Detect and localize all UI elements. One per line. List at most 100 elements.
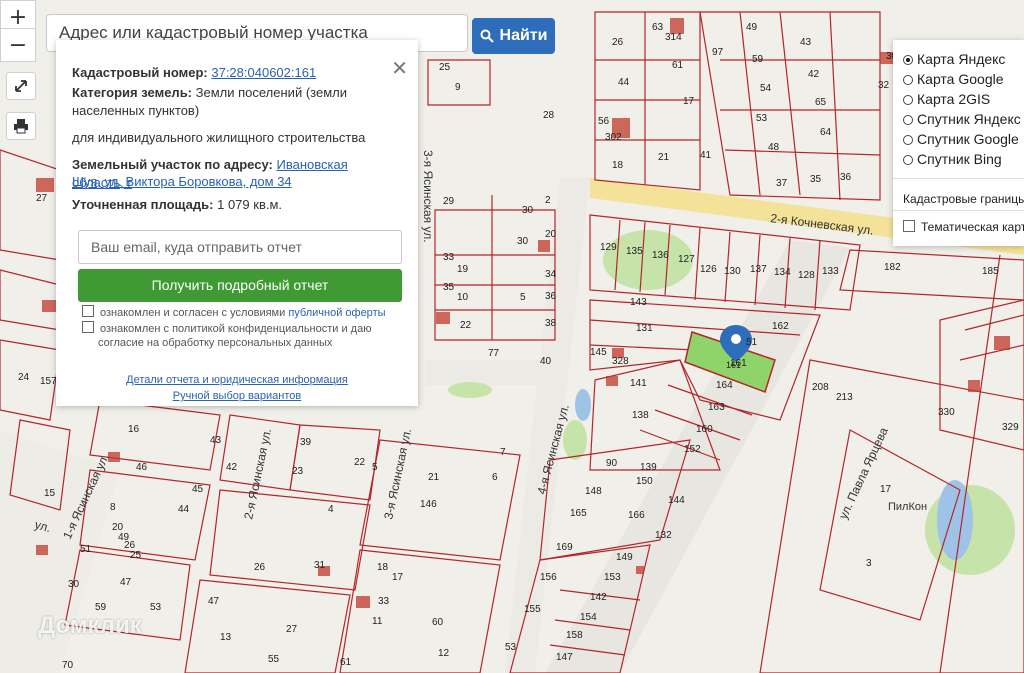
offer-consent-text: ознакомлен и согласен с условиями [100,307,286,319]
plot-number: 77 [488,348,500,359]
plot-number: 56 [598,116,610,127]
plot-number: 150 [636,476,653,487]
radio-icon[interactable] [903,75,913,85]
plot-number: 128 [798,270,815,281]
plot-number: 22 [460,320,472,331]
category-value-line1: Земли поселений (земли [195,85,347,100]
domclick-watermark: Домклик [38,612,142,639]
plot-number: 149 [616,552,633,563]
plot-number: 5 [520,292,526,303]
plot-number: 59 [752,54,764,65]
plot-number: 145 [590,347,607,358]
printer-icon [14,119,28,134]
plot-number: 143 [630,297,647,308]
plot-number: 63 [652,22,664,33]
plot-number: 148 [585,486,602,497]
plot-number: 13 [220,632,232,643]
parcel-info-panel: ✕ Кадастровый номер: 37:28:040602:161 Ка… [56,40,418,406]
layer-yandex-satellite[interactable]: Спутник Яндекс [903,110,1021,128]
plot-number: 21 [658,152,670,163]
plot-number: 90 [606,458,618,469]
get-report-button[interactable]: Получить подробный отчет [78,269,402,302]
plot-number: 142 [590,592,607,603]
plot-number: 166 [628,510,645,521]
plot-number: 136 [652,250,669,261]
privacy-consent-checkbox[interactable] [82,321,94,333]
plot-number: 45 [192,484,204,495]
radio-icon[interactable] [903,135,913,145]
plot-number: 147 [556,652,573,663]
manual-selection-link[interactable]: Ручной выбор вариантов [173,390,301,402]
cadastral-label: Кадастровый номер: [72,65,208,80]
layer-yandex-map[interactable]: Карта Яндекс [903,50,1005,68]
plot-number: 64 [820,127,832,138]
fullscreen-button[interactable] [6,72,36,100]
plot-number: 160 [696,424,713,435]
offer-consent-checkbox[interactable] [82,305,94,317]
plot-number: 127 [678,254,695,265]
plot-number: 157 [40,376,57,387]
plot-number: 10 [457,292,469,303]
plot-number: 61 [340,657,352,668]
plot-number: 61 [672,60,684,71]
plot-number: 29 [443,196,455,207]
layer-2gis-map[interactable]: Карта 2GIS [903,90,990,108]
radio-icon[interactable] [903,115,913,125]
plot-number: 135 [626,246,643,257]
category-value-line2: населенных пунктов) [72,103,200,118]
plot-number: 51 [746,337,758,348]
address-link-line2[interactable]: Шуя, ул. Виктора Боровкова, дом 34 [72,174,292,189]
cadastral-borders-toggle[interactable]: Кадастровые границы [903,190,1024,208]
plot-number: 314 [665,32,682,43]
plot-number: 34 [545,269,557,280]
plot-number: 164 [716,380,733,391]
thematic-map-toggle[interactable]: Тематическая карта [903,218,1024,236]
zoom-out-button[interactable]: − [0,28,36,62]
plot-number: 2 [545,195,551,206]
plot-number: 129 [600,242,617,253]
plot-number: 155 [524,604,541,615]
area-label: Уточненная площадь: [72,197,214,212]
plot-number: 24 [18,372,30,383]
plot-number: 39 [300,437,312,448]
radio-selected-icon[interactable] [903,55,913,65]
plot-number: 53 [150,602,162,613]
plot-number: 132 [655,530,672,541]
plot-number: 53 [756,113,768,124]
radio-icon[interactable] [903,155,913,165]
thematic-map-checkbox[interactable] [903,220,915,232]
highlighted-plot-number: 161 [726,360,741,370]
radio-icon[interactable] [903,95,913,105]
plot-number: 17 [880,484,892,495]
plot-number: 165 [570,508,587,519]
plot-number: 158 [566,630,583,641]
search-button[interactable]: Найти [472,18,555,54]
plus-icon: + [8,4,28,30]
plot-number: 208 [812,382,829,393]
plot-number: 16 [128,424,140,435]
plot-number: 20 [545,229,557,240]
plot-number: 8 [110,502,116,513]
plot-number: 213 [836,392,853,403]
plot-number: 22 [354,457,366,468]
plot-number: 54 [760,83,772,94]
plot-number: 4 [328,504,334,515]
plot-number: 138 [632,410,649,421]
email-field[interactable]: Ваш email, куда отправить отчет [78,230,402,264]
public-offer-link[interactable]: публичной оферты [288,307,385,319]
layer-google-map[interactable]: Карта Google [903,70,1004,88]
plot-number: 41 [700,150,712,161]
plot-number: 9 [455,82,461,93]
plot-number: 27 [286,624,298,635]
street-label: 3-я Ясинская ул. [421,150,435,243]
plot-number: 328 [612,356,629,367]
plot-number: 47 [208,596,220,607]
layer-bing-satellite[interactable]: Спутник Bing [903,150,1002,168]
plot-number: 19 [457,264,469,275]
plot-number: 330 [938,407,955,418]
layer-google-satellite[interactable]: Спутник Google [903,130,1019,148]
plot-number: 18 [612,160,624,171]
report-details-link[interactable]: Детали отчета и юридическая информация [126,374,348,386]
cadastral-number-link[interactable]: 37:28:040602:161 [211,65,316,80]
print-button[interactable] [6,112,36,140]
